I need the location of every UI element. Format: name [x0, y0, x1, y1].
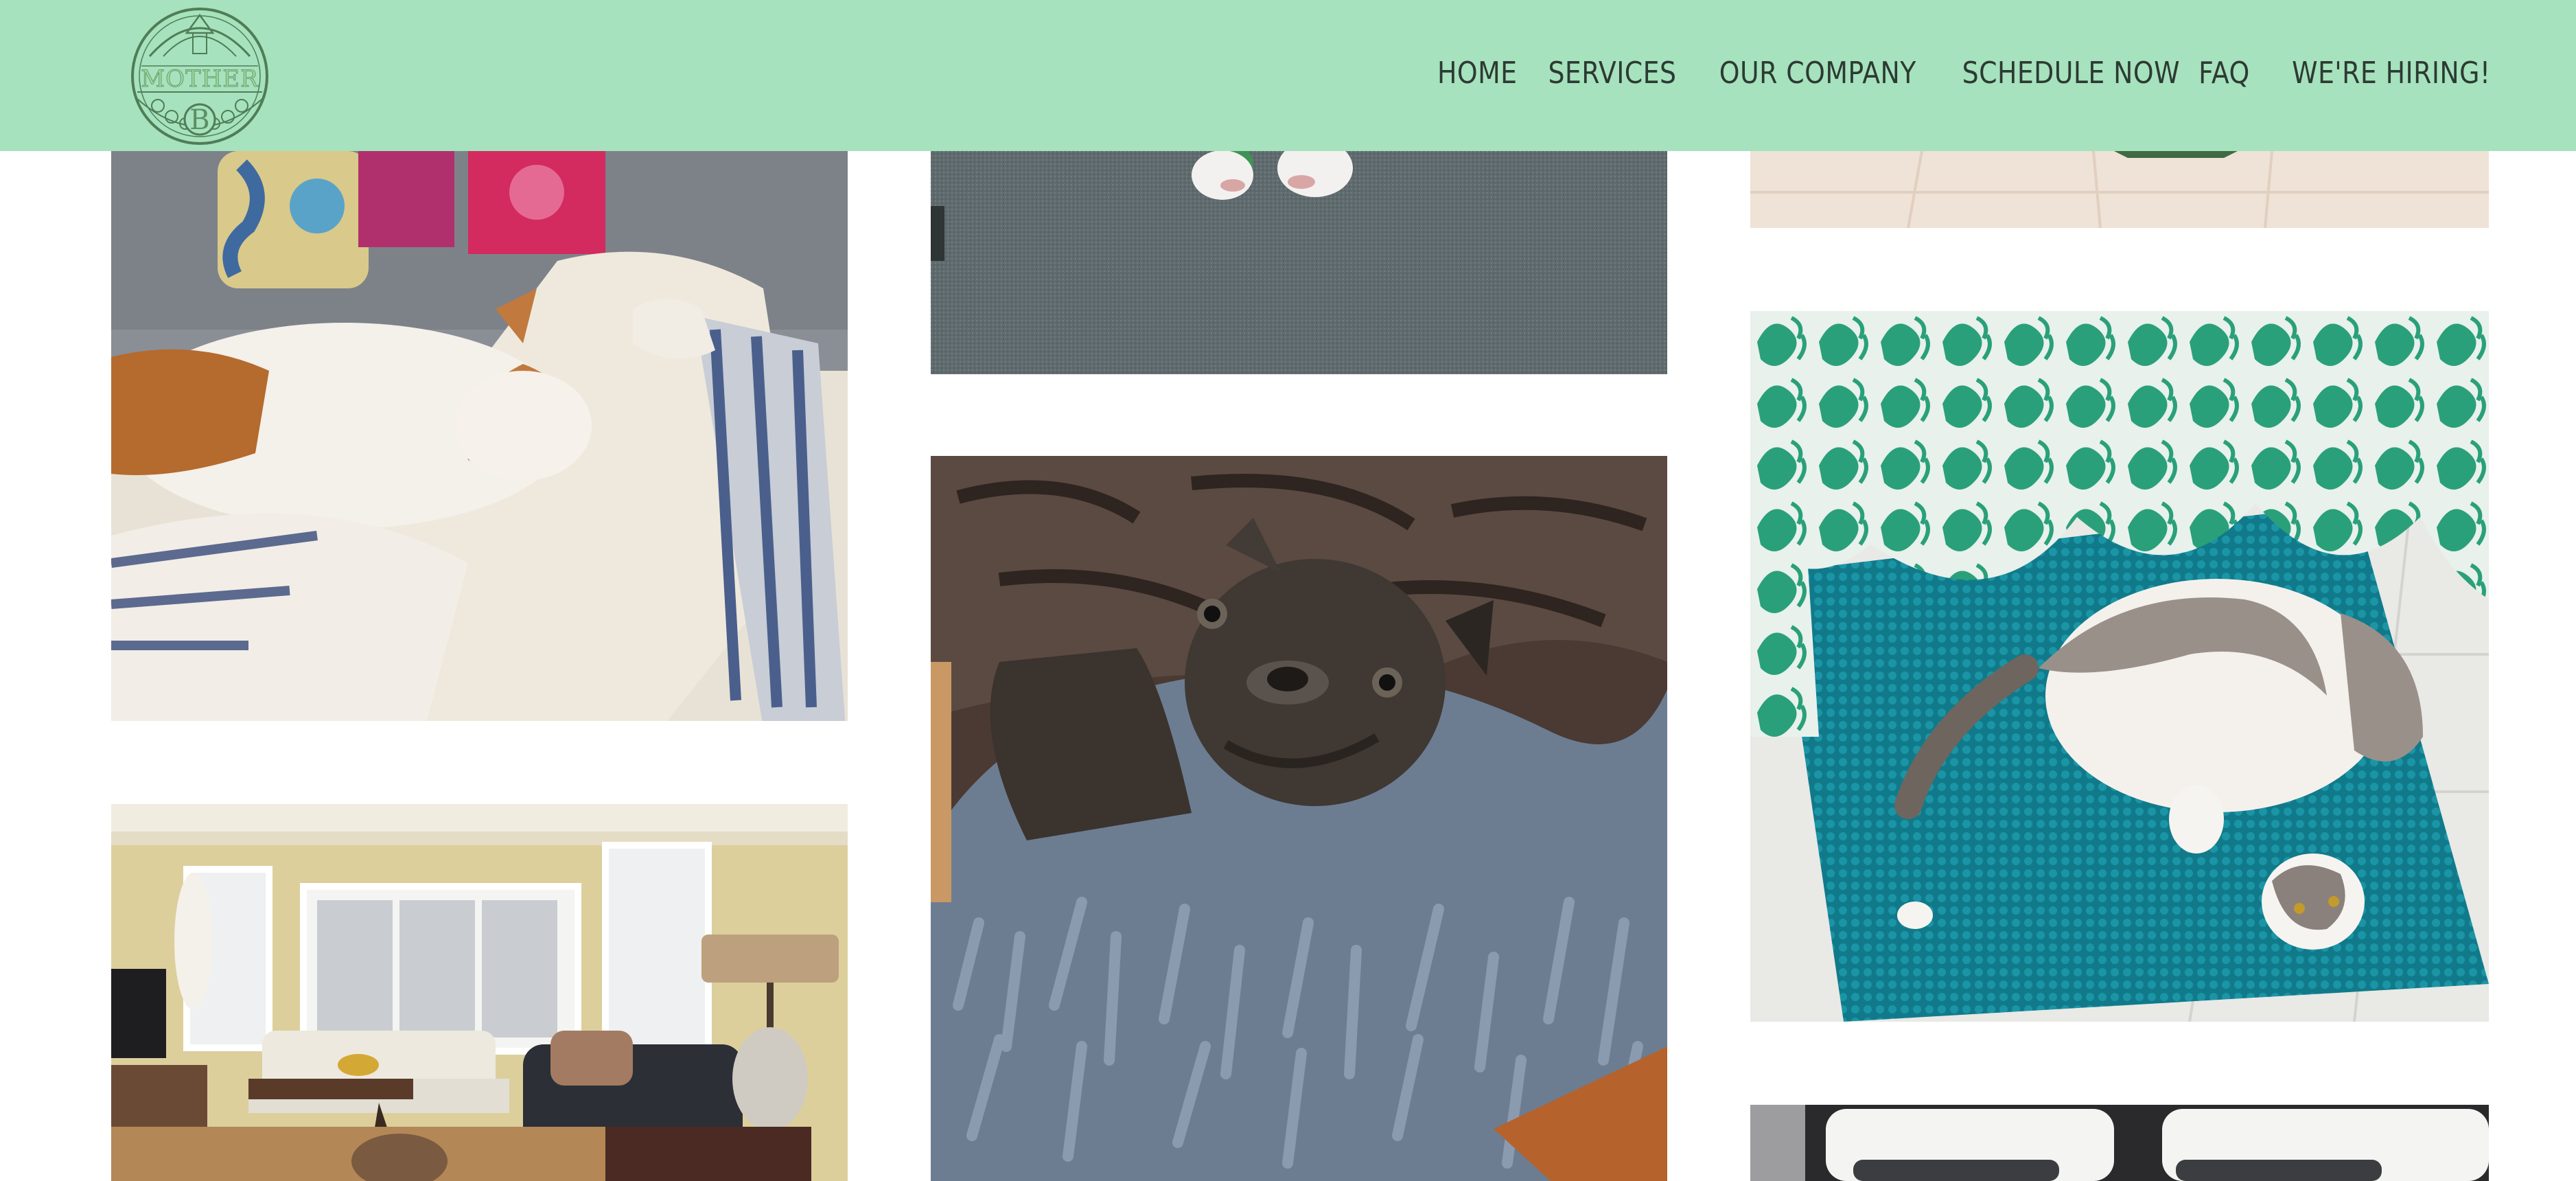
french-bulldog-on-fluffy-blanket-photo[interactable]: [931, 456, 1667, 1181]
cat-paw-on-gray-carpet-photo[interactable]: [931, 151, 1667, 374]
bedspread-photo[interactable]: [1750, 151, 2489, 228]
nav-home[interactable]: HOME: [1437, 56, 1518, 91]
nav-our-company[interactable]: OUR COMPANY: [1719, 56, 1916, 91]
dog-sleeping-on-couch-photo[interactable]: [111, 151, 848, 721]
cat-lying-on-teal-bathmat-photo[interactable]: [1750, 311, 2489, 1022]
nav-were-hiring[interactable]: WE'RE HIRING!: [2293, 56, 2491, 91]
page: B MOTHER HOME SERVICES OUR COMPANY SCHED…: [0, 0, 2576, 1181]
nav-services[interactable]: SERVICES: [1548, 56, 1677, 91]
nav-faq[interactable]: FAQ: [2198, 56, 2250, 91]
bed-with-pillows-photo[interactable]: [1750, 1105, 2489, 1181]
logo-monogram: B: [189, 104, 209, 136]
circular-emblem-logo-icon: B MOTHER: [131, 8, 268, 145]
living-room-photo[interactable]: [111, 804, 848, 1181]
site-logo[interactable]: B MOTHER: [110, 3, 290, 147]
nav-schedule-now[interactable]: SCHEDULE NOW: [1962, 56, 2179, 91]
site-header: B MOTHER HOME SERVICES OUR COMPANY SCHED…: [0, 0, 2576, 151]
main-nav: HOME SERVICES OUR COMPANY SCHEDULE NOW F…: [1437, 45, 2491, 100]
logo-wordmark: MOTHER: [141, 65, 259, 93]
